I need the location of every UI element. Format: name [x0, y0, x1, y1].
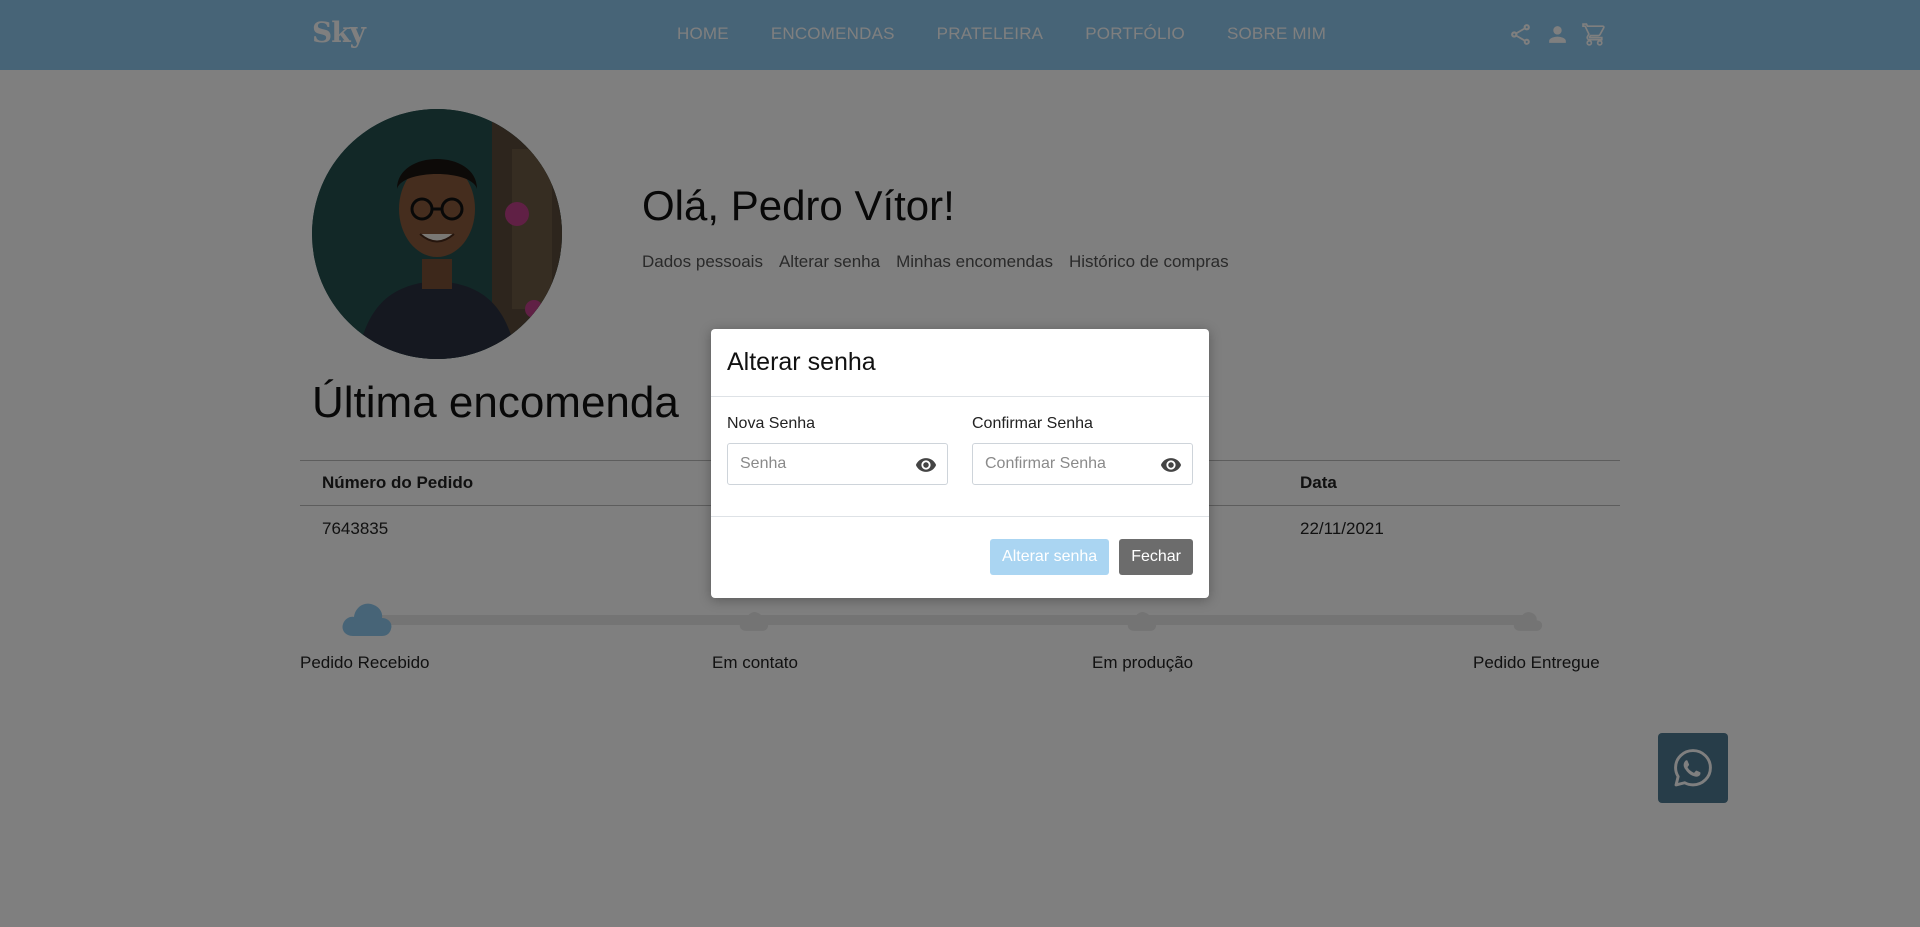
show-password-eye-icon[interactable] — [915, 454, 937, 476]
change-password-modal: Alterar senha Nova Senha Confirmar Senha… — [711, 329, 1209, 598]
modal-footer: Alterar senha Fechar — [711, 517, 1209, 597]
submit-change-password-button[interactable]: Alterar senha — [990, 539, 1110, 575]
new-password-wrapper — [727, 443, 948, 485]
confirm-password-label: Confirmar Senha — [972, 415, 1093, 432]
new-password-label: Nova Senha — [727, 415, 816, 432]
modal-title: Alterar senha — [727, 348, 876, 376]
close-modal-button[interactable]: Fechar — [1119, 539, 1193, 575]
modal-header: Alterar senha — [711, 329, 1209, 397]
modal-body: Nova Senha Confirmar Senha — [711, 397, 1209, 517]
confirm-password-group: Confirmar Senha — [972, 415, 1193, 516]
confirm-password-wrapper — [972, 443, 1193, 485]
new-password-group: Nova Senha — [727, 415, 948, 516]
show-confirm-password-eye-icon[interactable] — [1160, 454, 1182, 476]
